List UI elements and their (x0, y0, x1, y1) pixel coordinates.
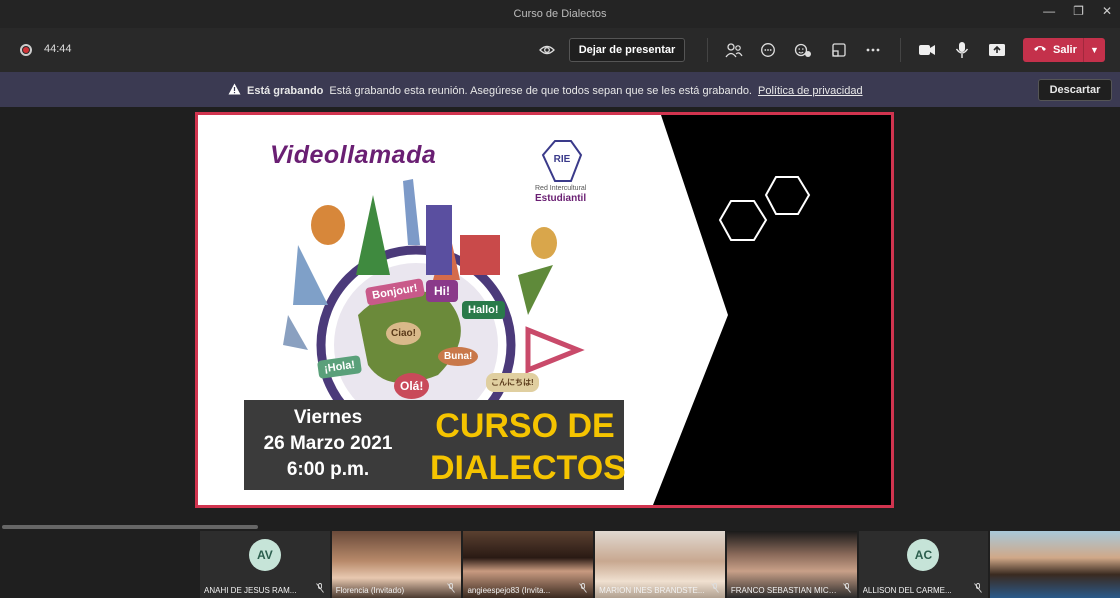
close-icon[interactable]: ✕ (1102, 4, 1112, 18)
participant-gallery: AV ANAHI DE JESUS RAM... Florencia (Invi… (200, 531, 1120, 598)
minimize-icon[interactable]: — (1043, 4, 1055, 18)
dismiss-button[interactable]: Descartar (1038, 79, 1112, 101)
speech-bubble: Hallo! (462, 301, 505, 319)
restore-icon[interactable]: ❐ (1073, 4, 1084, 18)
speech-bubble: こんにちは! (486, 373, 539, 392)
mic-off-icon (974, 583, 983, 595)
horizontal-scrollbar[interactable] (2, 525, 258, 529)
privacy-policy-link[interactable]: Política de privacidad (758, 85, 863, 97)
reactions-icon[interactable] (793, 40, 813, 60)
course-name-line-2: DIALECTOS (430, 449, 626, 487)
chevron-down-icon[interactable]: ▼ (1083, 38, 1105, 62)
logo-line-2: Estudiantil (535, 193, 587, 204)
participant-name: angieespejo83 (Invita... (467, 586, 551, 595)
participant-name: ALLISON DEL CARME... (862, 586, 952, 595)
participant-tile[interactable]: angieespejo83 (Invita... (463, 531, 594, 598)
speech-bubble: Olá! (394, 373, 430, 399)
avatar: AC (907, 539, 940, 571)
camera-icon[interactable] (917, 40, 937, 60)
eye-icon[interactable] (537, 40, 557, 60)
window-titlebar: Curso de Dialectos — ❐ ✕ (0, 0, 1120, 28)
shared-content-stage: Bonjour! Hi! Hallo! Ciao! ¡Hola! Buna! O… (0, 107, 1120, 527)
mic-off-icon (579, 583, 588, 595)
course-name: CURSO DE DIALECTOS (430, 405, 626, 489)
mic-icon[interactable] (952, 40, 972, 60)
participant-tile[interactable]: MARION INES BRANDSTE... (595, 531, 725, 598)
record-icon (20, 44, 32, 56)
event-date: Viernes 26 Marzo 2021 6:00 p.m. (258, 405, 398, 483)
rie-logo: RIE (533, 137, 593, 217)
window-controls: — ❐ ✕ (1043, 4, 1112, 18)
more-icon[interactable] (863, 40, 883, 60)
logo-line-1: Red Intercultural (535, 185, 587, 192)
speech-bubble: Hi! (426, 280, 458, 302)
logo-abbreviation: RIE (553, 154, 571, 165)
toolbar-divider (900, 38, 901, 62)
participant-tile[interactable]: AV ANAHI DE JESUS RAM... (200, 531, 330, 598)
participant-tile[interactable]: AC ALLISON DEL CARME... (858, 531, 989, 598)
meeting-toolbar: 44:44 Dejar de presentar Salir ▼ (0, 28, 1120, 72)
recording-banner: Está grabando Está grabando esta reunión… (0, 72, 1120, 107)
event-date-line: 26 Marzo 2021 (263, 433, 393, 454)
banner-title: Está grabando (247, 84, 324, 97)
participant-name: MARION INES BRANDSTE... (599, 586, 705, 595)
speech-bubble: Buna! (438, 347, 479, 366)
mic-off-icon (315, 583, 324, 595)
warning-icon (228, 83, 241, 98)
participant-name: FRANCO SEBASTIAN MICC... (730, 586, 839, 595)
chat-icon[interactable] (758, 40, 778, 60)
share-icon[interactable] (987, 40, 1007, 60)
avatar: AV (248, 539, 281, 571)
phone-icon (1033, 44, 1047, 56)
toolbar-divider (707, 38, 708, 62)
speech-bubble: Ciao! (386, 322, 421, 345)
shared-slide: Bonjour! Hi! Hallo! Ciao! ¡Hola! Buna! O… (195, 112, 894, 508)
mic-off-icon (447, 583, 456, 595)
participant-name: ANAHI DE JESUS RAM... (204, 586, 297, 595)
event-time: 6:00 p.m. (286, 459, 370, 480)
course-name-line-1: CURSO DE (435, 407, 615, 445)
participant-video (990, 531, 1120, 598)
banner-message: Está grabando esta reunión. Asegúrese de… (329, 84, 752, 97)
participant-tile[interactable] (990, 531, 1120, 598)
participant-tile[interactable]: Florencia (Invitado) (331, 531, 462, 598)
window-title: Curso de Dialectos (513, 8, 607, 20)
slide-title: Videollamada (270, 141, 437, 169)
rooms-icon[interactable] (829, 40, 849, 60)
stop-presenting-button[interactable]: Dejar de presentar (569, 38, 685, 62)
people-icon[interactable] (724, 40, 744, 60)
leave-button[interactable]: Salir ▼ (1023, 38, 1105, 62)
mic-off-icon (711, 583, 719, 595)
event-day: Viernes (293, 407, 363, 428)
participant-tile[interactable]: FRANCO SEBASTIAN MICC... (726, 531, 857, 598)
mic-off-icon (842, 583, 851, 595)
participant-name: Florencia (Invitado) (335, 586, 405, 595)
leave-label: Salir (1053, 44, 1077, 56)
meeting-timer: 44:44 (44, 43, 72, 55)
